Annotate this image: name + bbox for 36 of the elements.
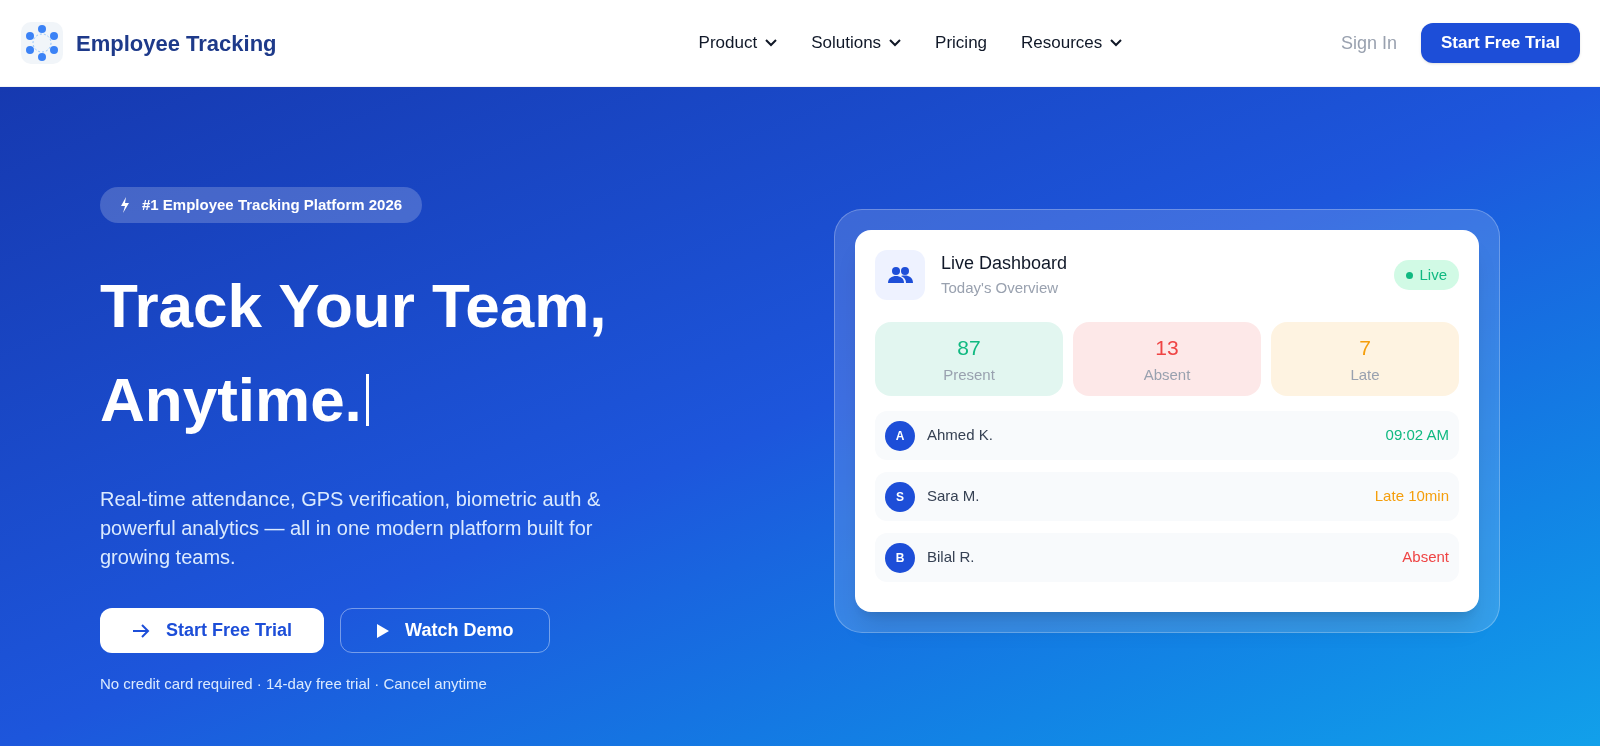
lightning-icon: [120, 197, 130, 213]
employee-name: Bilal R.: [927, 547, 975, 568]
stat-label: Late: [1350, 364, 1380, 385]
avatar-initial: S: [885, 481, 915, 512]
trial-note: No credit card required · 14-day free trial · Cancel anytime: [100, 674, 488, 694]
platform-badge: #1 Employee Tracking Platform 2026: [100, 187, 423, 223]
stat-value: 7: [1359, 335, 1371, 361]
employee-status: 09:02 AM: [1385, 425, 1449, 446]
employee-status: Late 10min: [1374, 486, 1449, 507]
headline-line: Track Your Team,: [100, 270, 607, 342]
employee-name: Sara M.: [927, 486, 980, 507]
watch-demo-button[interactable]: Watch Demo: [340, 608, 551, 653]
stat-value: 87: [957, 335, 981, 361]
nav-link[interactable]: Resources: [1021, 30, 1123, 56]
employee-name: Ahmed K.: [927, 425, 993, 446]
nav-link[interactable]: Solutions: [811, 30, 902, 56]
employee-status: Absent: [1402, 547, 1449, 568]
start-trial-button[interactable]: Start Free Trial: [100, 608, 325, 653]
play-icon: [377, 623, 390, 638]
nav-link[interactable]: Product: [698, 30, 778, 56]
avatar-initial: B: [885, 542, 915, 573]
nav-link[interactable]: Pricing: [935, 30, 988, 56]
logo-icon: [20, 21, 64, 65]
hero-description: Real-time attendance, GPS verification, biometric auth & powerful analytics — all in one modern platform built for growing teams.: [100, 487, 602, 570]
dashboard-title: Live Dashboard: [941, 252, 1068, 276]
start-trial-button[interactable]: Start Free Trial: [1420, 23, 1580, 63]
live-badge: Live: [1394, 260, 1459, 290]
stat-label: Absent: [1143, 364, 1191, 385]
team-icon: [875, 250, 925, 300]
headline-line: Anytime.: [100, 364, 362, 436]
dashboard-subtitle: Today's Overview: [941, 278, 1060, 299]
arrow-right-icon: [132, 623, 150, 638]
stat-value: 13: [1155, 335, 1179, 361]
brand-name[interactable]: Employee Tracking: [76, 26, 277, 60]
avatar-initial: A: [885, 420, 915, 451]
stat-label: Present: [943, 364, 995, 385]
